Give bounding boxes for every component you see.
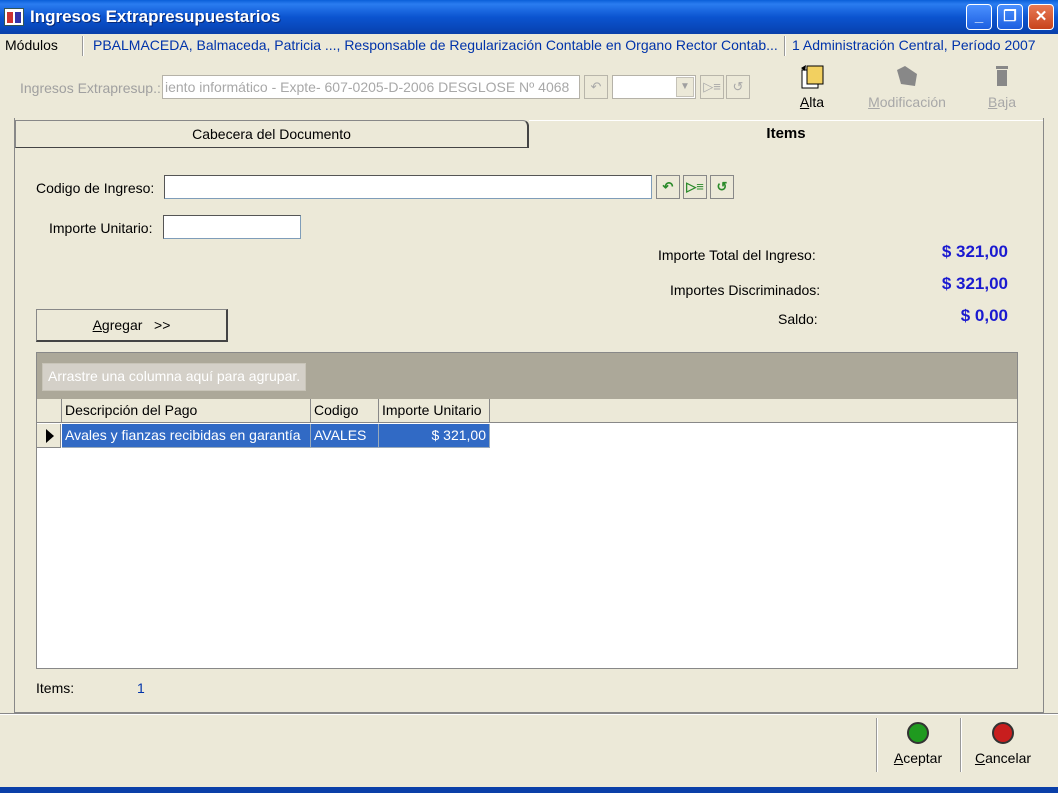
footer-divider: [0, 713, 1058, 715]
table-row-importe[interactable]: $ 321,00: [379, 424, 490, 448]
agregar-accesskey: A: [92, 317, 102, 333]
close-button[interactable]: ✕: [1028, 4, 1054, 30]
period-info: 1 Administración Central, Período 2007: [792, 37, 1036, 53]
saldo-value: $ 0,00: [960, 306, 1008, 325]
accept-icon: [907, 722, 929, 744]
play-list-icon[interactable]: ▷≡: [683, 175, 707, 199]
undo-icon[interactable]: ↺: [726, 75, 750, 99]
aceptar-label: ceptar: [903, 750, 943, 766]
items-count-value: 1: [137, 680, 145, 696]
title-bar: Ingresos Extrapresupuestarios _ ❐ ✕: [0, 0, 1058, 34]
divider: [82, 36, 84, 56]
codigo-input[interactable]: [164, 175, 652, 199]
document-label: Ingresos Extrapresup.:: [20, 80, 161, 96]
chevron-down-icon[interactable]: ▼: [676, 77, 694, 97]
new-document-icon: [798, 64, 826, 90]
app-icon[interactable]: [4, 8, 24, 26]
cancelar-accesskey: C: [974, 750, 986, 766]
baja-accesskey: B: [987, 94, 998, 110]
baja-label: aja: [997, 94, 1017, 110]
maximize-button[interactable]: ❐: [997, 4, 1023, 30]
group-hint: Arrastre una columna aquí para agrupar.: [42, 363, 307, 391]
modificacion-label: odificación: [879, 94, 946, 110]
edit-icon: [893, 64, 921, 90]
table-row-codigo[interactable]: AVALES: [311, 424, 379, 448]
column-header-importe[interactable]: Importe Unitario: [379, 399, 490, 423]
modificacion-accesskey: M: [868, 94, 880, 110]
document-combo[interactable]: ▼: [612, 75, 696, 99]
aceptar-accesskey: A: [893, 750, 904, 766]
header-filler: [490, 399, 1017, 423]
search-icon[interactable]: ↶: [584, 75, 608, 99]
info-bar: Módulos PBALMACEDA, Balmaceda, Patricia …: [0, 34, 1058, 58]
total-label: Importe Total del Ingreso:: [658, 247, 816, 263]
importe-input[interactable]: [163, 215, 301, 239]
trash-icon: [988, 64, 1016, 90]
baja-button[interactable]: Baja: [982, 64, 1022, 110]
discriminados-value: $ 321,00: [941, 274, 1008, 293]
search-icon[interactable]: ↶: [656, 175, 680, 199]
saldo-label: Saldo:: [778, 311, 818, 327]
aceptar-button[interactable]: Aceptar: [876, 718, 960, 772]
alta-label: lta: [809, 94, 825, 110]
items-grid[interactable]: Arrastre una columna aquí para agrupar. …: [36, 352, 1018, 669]
cancel-icon: [992, 722, 1014, 744]
importe-label: Importe Unitario:: [49, 220, 153, 236]
cancelar-label: ancelar: [985, 750, 1032, 766]
tab-cabecera[interactable]: Cabecera del Documento: [15, 120, 529, 148]
discriminados-label: Importes Discriminados:: [670, 282, 821, 298]
document-toolbar: Ingresos Extrapresup.: iento informático…: [14, 60, 1044, 118]
play-list-icon[interactable]: ▷≡: [700, 75, 724, 99]
agregar-button[interactable]: Agregar >>: [36, 309, 228, 342]
divider: [784, 36, 786, 56]
modulos-menu[interactable]: Módulos: [5, 37, 58, 53]
row-indicator-header: [37, 399, 62, 423]
group-area[interactable]: Arrastre una columna aquí para agrupar.: [37, 353, 1017, 399]
row-indicator[interactable]: [37, 424, 61, 448]
column-header-descripcion[interactable]: Descripción del Pago: [62, 399, 311, 423]
items-count-label: Items:: [36, 680, 75, 696]
alta-accesskey: A: [799, 94, 810, 110]
taskbar-edge: [0, 787, 1058, 793]
window-title: Ingresos Extrapresupuestarios: [30, 7, 281, 26]
codigo-label: Codigo de Ingreso:: [36, 180, 155, 196]
document-field[interactable]: iento informático - Expte- 607-0205-D-20…: [162, 75, 580, 99]
cancelar-button[interactable]: Cancelar: [961, 718, 1045, 772]
minimize-button[interactable]: _: [966, 4, 992, 30]
tab-items[interactable]: Items: [529, 120, 1043, 148]
table-row-descripcion[interactable]: Avales y fianzas recibidas en garantía: [62, 424, 311, 448]
total-value: $ 321,00: [941, 242, 1008, 261]
alta-button[interactable]: Alta: [792, 64, 832, 110]
column-header-codigo[interactable]: Codigo: [311, 399, 379, 423]
undo-icon[interactable]: ↺: [710, 175, 734, 199]
agregar-label: gregar >>: [101, 317, 171, 333]
user-info: PBALMACEDA, Balmaceda, Patricia ..., Res…: [93, 37, 778, 53]
modificacion-button[interactable]: Modificación: [862, 64, 952, 110]
